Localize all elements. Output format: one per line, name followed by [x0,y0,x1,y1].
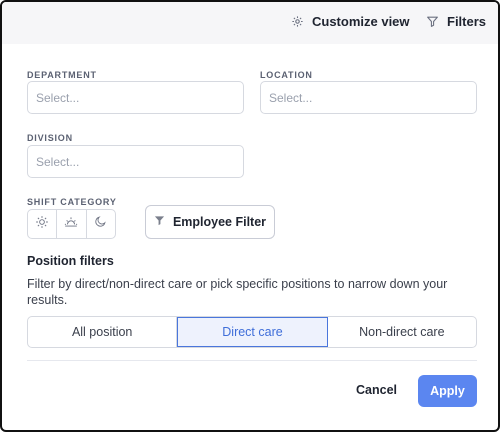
page-toolbar: Customize view Filters [2,2,498,44]
employee-filter-button[interactable]: Employee Filter [145,205,275,239]
location-placeholder: Select... [269,90,313,105]
filter-icon [426,15,439,28]
customize-view-label: Customize view [312,14,410,29]
shift-night-button[interactable] [87,210,115,238]
shift-day-button[interactable] [28,210,58,238]
segment-non-direct-care[interactable]: Non-direct care [328,317,476,347]
funnel-icon [154,215,165,229]
department-label: DEPARTMENT [27,70,97,80]
location-label: LOCATION [260,70,313,80]
location-select[interactable]: Select... [260,81,477,114]
division-label: DIVISION [27,133,73,143]
segment-direct-care[interactable]: Direct care [177,317,328,347]
moon-icon [94,215,107,233]
filters-button[interactable]: Filters [426,14,486,29]
sunrise-icon [64,215,78,234]
apply-button[interactable]: Apply [418,375,477,407]
division-placeholder: Select... [36,154,80,169]
position-filters-description: Filter by direct/non-direct care or pick… [27,277,448,307]
filters-panel: DEPARTMENT Select... LOCATION Select... … [10,46,490,426]
footer-divider [27,360,477,361]
window-frame: Customize view Filters DEPARTMENT Select… [0,0,500,432]
shift-category-toggle [27,209,116,239]
department-select[interactable]: Select... [27,81,244,114]
shift-evening-button[interactable] [57,210,87,238]
division-select[interactable]: Select... [27,145,244,178]
filters-label: Filters [447,14,487,29]
segment-all-position[interactable]: All position [28,317,178,347]
department-placeholder: Select... [36,90,80,105]
gear-icon [291,15,304,28]
position-type-segmented-control: All position Direct care Non-direct care [27,316,477,348]
shift-category-label: SHIFT CATEGORY [27,197,117,207]
employee-filter-label: Employee Filter [172,215,267,229]
sun-icon [35,215,49,234]
cancel-button[interactable]: Cancel [356,383,397,397]
customize-view-button[interactable]: Customize view [291,14,410,29]
position-filters-title: Position filters [27,254,114,268]
